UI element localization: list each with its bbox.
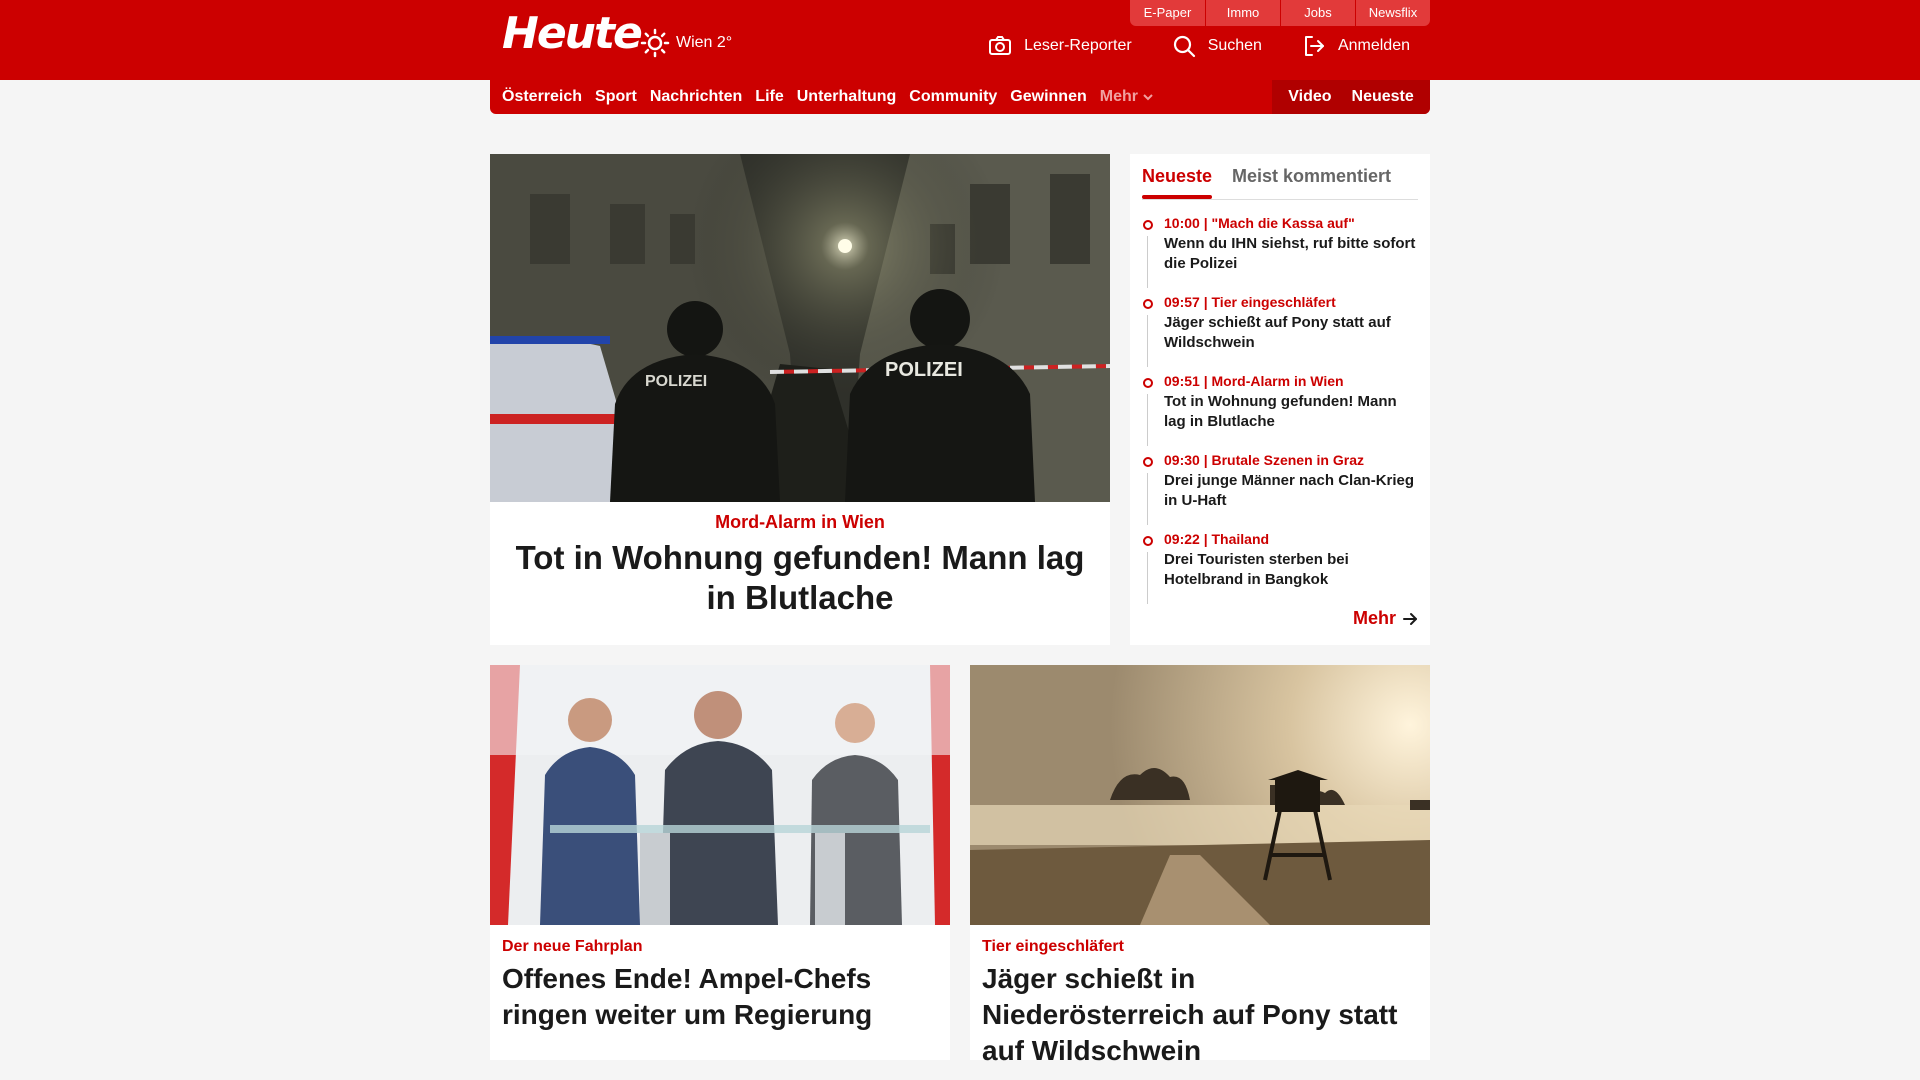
- leser-reporter-label: Leser-Reporter: [1024, 37, 1132, 54]
- sidebar-more-link[interactable]: Mehr: [1353, 608, 1418, 629]
- nav-item-community[interactable]: Community: [909, 88, 997, 106]
- nav-item-life[interactable]: Life: [755, 88, 783, 106]
- timeline-dot: [1143, 299, 1153, 309]
- hunting-stand-photo: [970, 665, 1430, 925]
- weather-location: Wien 2°: [676, 34, 733, 51]
- login-label: Anmelden: [1337, 37, 1410, 54]
- timeline-item[interactable]: 10:00 | "Mach die Kassa auf" Wenn du IHN…: [1142, 214, 1420, 293]
- hero-image-label-2: POLIZEI: [885, 359, 963, 381]
- timeline-meta: 10:00 | "Mach die Kassa auf": [1164, 215, 1355, 231]
- hero-article[interactable]: POLIZEI POLIZEI Mord-Alarm in Wien Tot i…: [490, 154, 1110, 645]
- top-link-newsflix[interactable]: Newsflix: [1355, 0, 1430, 26]
- press-conference-image[interactable]: [490, 665, 950, 925]
- timeline-line: [1147, 552, 1148, 604]
- top-links: E-Paper Immo Jobs Newsflix: [1130, 0, 1430, 26]
- card-headline[interactable]: Jäger schießt in Niederösterreich auf Po…: [982, 961, 1422, 1069]
- timeline-dot: [1143, 220, 1153, 230]
- header-actions: Leser-Reporter Suchen Anmelden: [988, 34, 1410, 58]
- card-kicker[interactable]: Der neue Fahrplan: [502, 938, 642, 956]
- hunting-stand-image[interactable]: [970, 665, 1430, 925]
- article-card[interactable]: Tier eingeschläfert Jäger schießt in Nie…: [970, 665, 1430, 1066]
- arrow-right-icon: [1403, 612, 1417, 625]
- timeline-line: [1147, 473, 1148, 525]
- top-link-epaper[interactable]: E-Paper: [1130, 0, 1205, 26]
- nav-video-link[interactable]: Video: [1288, 88, 1331, 106]
- hero-image-label-1: POLIZEI: [645, 373, 707, 390]
- timeline-dot: [1143, 536, 1153, 546]
- leser-reporter-button[interactable]: Leser-Reporter: [988, 34, 1132, 58]
- timeline-dot: [1143, 378, 1153, 388]
- timeline-title[interactable]: Wenn du IHN siehst, ruf bitte sofort die…: [1164, 234, 1420, 274]
- hero-headline[interactable]: Tot in Wohnung gefunden! Mann lag in Blu…: [500, 538, 1100, 618]
- timeline-meta: 09:30 | Brutale Szenen in Graz: [1164, 452, 1364, 468]
- search-label: Suchen: [1207, 37, 1262, 54]
- timeline-meta: 09:57 | Tier eingeschläfert: [1164, 294, 1336, 310]
- nav-latest-link[interactable]: Neueste: [1352, 88, 1414, 106]
- sun-icon: [640, 28, 670, 58]
- timeline-dot: [1143, 457, 1153, 467]
- nav-more-dropdown[interactable]: Mehr: [1100, 88, 1154, 106]
- timeline-item[interactable]: 09:51 | Mord-Alarm in Wien Tot in Wohnun…: [1142, 372, 1420, 451]
- main-nav: Österreich Sport Nachrichten Life Unterh…: [490, 80, 1430, 114]
- timeline-title[interactable]: Tot in Wohnung gefunden! Mann lag in Blu…: [1164, 392, 1420, 432]
- search-icon: [1173, 35, 1195, 58]
- news-timeline: 10:00 | "Mach die Kassa auf" Wenn du IHN…: [1142, 214, 1420, 609]
- nav-item-sport[interactable]: Sport: [595, 88, 637, 106]
- latest-news-sidebar: Neueste Meist kommentiert 10:00 | "Mach …: [1130, 154, 1430, 645]
- nav-item-gewinnen[interactable]: Gewinnen: [1010, 88, 1086, 106]
- sidebar-more-label: Mehr: [1352, 608, 1396, 628]
- timeline-title[interactable]: Jäger schießt auf Pony statt auf Wildsch…: [1164, 313, 1420, 353]
- press-conference-photo: [490, 665, 950, 925]
- tab-meist-kommentiert[interactable]: Meist kommentiert: [1232, 166, 1391, 187]
- timeline-line: [1147, 236, 1148, 288]
- timeline-item[interactable]: 09:22 | Thailand Drei Touristen sterben …: [1142, 530, 1420, 609]
- header-inner: Heute Wien 2° E-Paper Immo Jobs Newsflix: [490, 0, 1430, 80]
- card-headline[interactable]: Offenes Ende! Ampel-Chefs ringen weiter …: [502, 961, 942, 1033]
- police-scene-image: POLIZEI POLIZEI: [490, 154, 1110, 502]
- timeline-title[interactable]: Drei Touristen sterben bei Hotelbrand in…: [1164, 550, 1420, 590]
- search-button[interactable]: Suchen: [1172, 34, 1262, 58]
- camera-icon: [989, 36, 1012, 55]
- timeline-item[interactable]: 09:30 | Brutale Szenen in Graz Drei jung…: [1142, 451, 1420, 530]
- login-icon: [1304, 36, 1324, 56]
- nav-item-unterhaltung[interactable]: Unterhaltung: [797, 88, 897, 106]
- timeline-item[interactable]: 09:57 | Tier eingeschläfert Jäger schieß…: [1142, 293, 1420, 372]
- card-kicker[interactable]: Tier eingeschläfert: [982, 938, 1124, 956]
- nav-item-oesterreich[interactable]: Österreich: [502, 88, 582, 106]
- nav-more-label: Mehr: [1099, 88, 1138, 105]
- nav-right: Video Neueste: [1272, 80, 1430, 114]
- nav-item-nachrichten[interactable]: Nachrichten: [650, 88, 742, 106]
- timeline-meta: 09:22 | Thailand: [1164, 531, 1270, 547]
- heute-logo[interactable]: Heute: [502, 12, 643, 56]
- timeline-line: [1147, 394, 1148, 446]
- top-link-jobs[interactable]: Jobs: [1280, 0, 1355, 26]
- timeline-meta: 09:51 | Mord-Alarm in Wien: [1164, 373, 1344, 389]
- hero-kicker[interactable]: Mord-Alarm in Wien: [490, 512, 1110, 533]
- tab-neueste[interactable]: Neueste: [1142, 166, 1213, 199]
- hero-image[interactable]: POLIZEI POLIZEI: [490, 154, 1110, 502]
- timeline-title[interactable]: Drei junge Männer nach Clan-Krieg in U-H…: [1164, 471, 1420, 511]
- weather-widget[interactable]: Wien 2°: [640, 28, 732, 58]
- article-card[interactable]: Der neue Fahrplan Offenes Ende! Ampel-Ch…: [490, 665, 950, 1060]
- chevron-down-icon: [1143, 94, 1153, 101]
- top-link-immo[interactable]: Immo: [1205, 0, 1280, 26]
- sidebar-tabs: Neueste Meist kommentiert: [1142, 164, 1418, 200]
- login-button[interactable]: Anmelden: [1302, 34, 1410, 58]
- timeline-line: [1147, 315, 1148, 367]
- nav-items: Österreich Sport Nachrichten Life Unterh…: [502, 80, 1154, 114]
- site-header: Heute Wien 2° E-Paper Immo Jobs Newsflix: [0, 0, 1920, 80]
